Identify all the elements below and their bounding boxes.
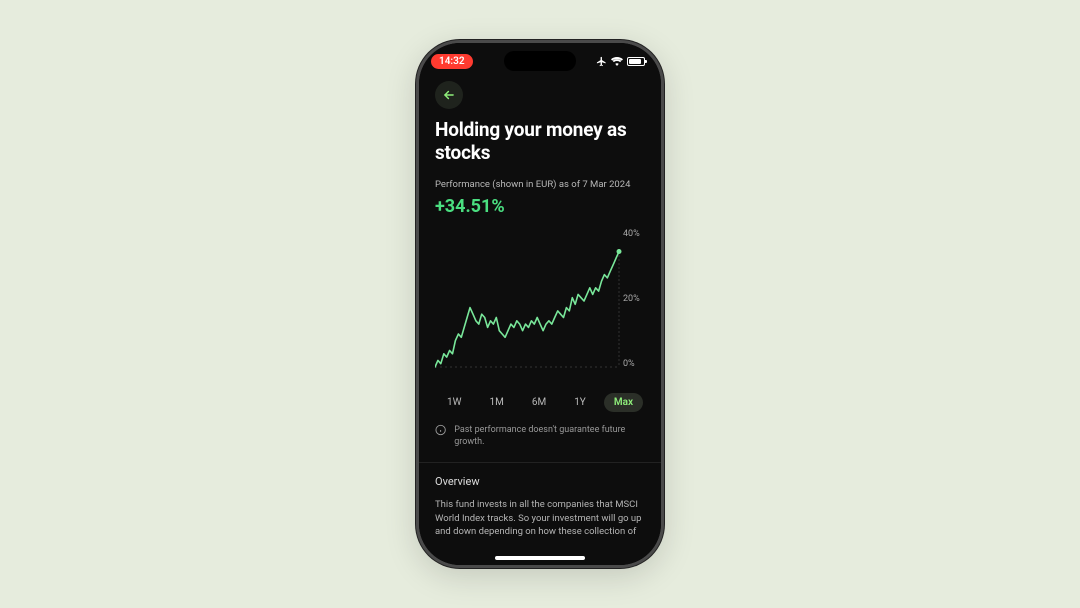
disclaimer: Past performance doesn't guarantee futur… [435, 424, 645, 448]
performance-label: Performance (shown in EUR) as of 7 Mar 2… [435, 179, 645, 190]
status-icons [596, 56, 645, 67]
range-btn-1y[interactable]: 1Y [564, 393, 596, 412]
home-indicator[interactable] [495, 556, 585, 560]
page-title: Holding your money as stocks [435, 119, 645, 165]
power-button [663, 183, 664, 247]
info-icon [435, 424, 446, 436]
overview-title: Overview [435, 475, 645, 488]
range-btn-6m[interactable]: 6M [522, 393, 556, 412]
volume-up-button [416, 179, 417, 219]
line-chart-svg [435, 227, 625, 375]
divider [419, 462, 661, 463]
status-bar: 14:32 [419, 43, 661, 79]
side-button [416, 143, 417, 167]
range-btn-1m[interactable]: 1M [479, 393, 513, 412]
performance-chart[interactable]: 40% 20% 0% [435, 227, 645, 375]
disclaimer-text: Past performance doesn't guarantee futur… [454, 424, 645, 448]
dynamic-island [504, 51, 576, 71]
y-tick-40: 40% [623, 229, 645, 239]
screen: 14:32 Holding your money as stocks Perfo… [419, 43, 661, 565]
range-btn-max[interactable]: Max [604, 393, 643, 412]
status-time: 14:32 [431, 54, 473, 69]
volume-down-button [416, 229, 417, 269]
y-tick-20: 20% [623, 294, 645, 304]
wifi-icon [611, 57, 623, 66]
range-btn-1w[interactable]: 1W [437, 393, 472, 412]
range-selector: 1W 1M 6M 1Y Max [435, 393, 645, 412]
battery-icon [627, 57, 645, 66]
performance-value: +34.51% [435, 196, 645, 217]
y-tick-0: 0% [623, 359, 645, 369]
y-axis-labels: 40% 20% 0% [619, 227, 645, 375]
arrow-left-icon [442, 88, 456, 102]
back-button[interactable] [435, 81, 463, 109]
content: Holding your money as stocks Performance… [419, 79, 661, 565]
phone-frame: 14:32 Holding your money as stocks Perfo… [416, 40, 664, 568]
overview-body: This fund invests in all the companies t… [435, 498, 645, 539]
airplane-mode-icon [596, 56, 607, 67]
